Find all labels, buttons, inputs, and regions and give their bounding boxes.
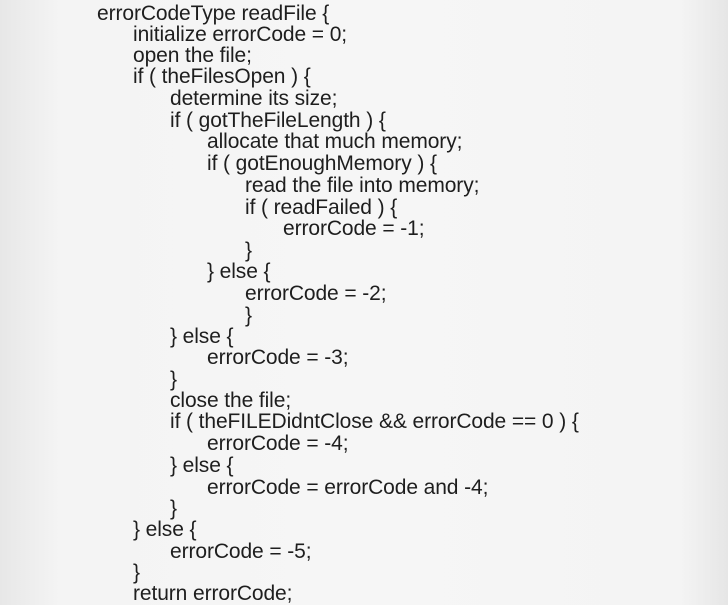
code-line: if ( gotTheFileLength ) {	[170, 109, 386, 132]
code-line: errorCode = -5;	[170, 540, 312, 563]
code-line: errorCode = -3;	[207, 346, 349, 369]
code-line: errorCode = -4;	[207, 432, 349, 455]
code-line: }	[245, 239, 252, 262]
code-line: errorCode = -2;	[245, 282, 387, 305]
code-line: if ( readFailed ) {	[245, 196, 398, 219]
code-line: if ( theFilesOpen ) {	[133, 65, 311, 88]
code-line: errorCode = errorCode and -4;	[207, 476, 489, 499]
code-line: if ( theFILEDidntClose && errorCode == 0…	[170, 410, 579, 433]
code-line: if ( gotEnoughMemory ) {	[207, 152, 437, 175]
code-line: }	[170, 368, 177, 391]
code-line: allocate that much memory;	[207, 130, 463, 153]
code-line: return errorCode;	[133, 582, 293, 605]
code-line: read the file into memory;	[245, 174, 480, 197]
code-line: errorCode = -1;	[283, 217, 425, 240]
code-line: } else {	[207, 260, 271, 283]
code-line: } else {	[133, 518, 197, 541]
code-line: } else {	[170, 325, 234, 348]
code-line: initialize errorCode = 0;	[133, 23, 348, 46]
code-line: } else {	[170, 454, 234, 477]
code-line: }	[170, 497, 177, 520]
code-line: errorCodeType readFile {	[97, 2, 330, 25]
code-line: open the file;	[133, 44, 252, 67]
code-listing: errorCodeType readFile { initialize erro…	[0, 0, 728, 605]
code-line: close the file;	[170, 389, 292, 412]
code-line: }	[245, 304, 252, 327]
code-line: }	[133, 561, 140, 584]
code-line: determine its size;	[170, 87, 338, 110]
